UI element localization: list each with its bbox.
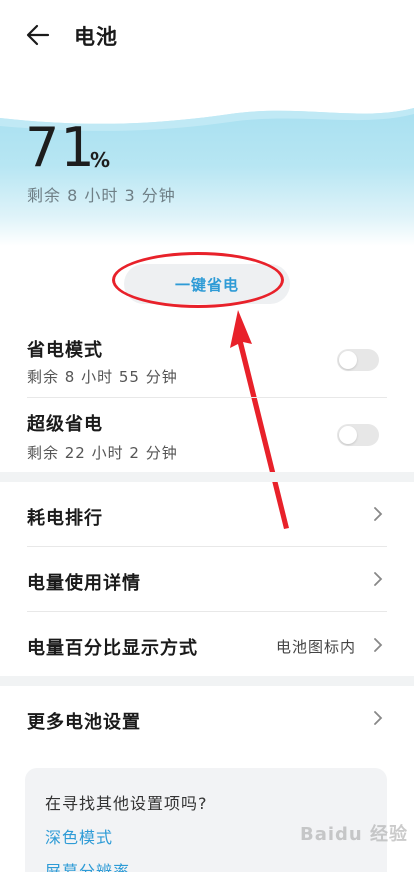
super-power-save-remaining: 剩余 22 小时 2 分钟 [27,444,178,462]
suggestion-link-dark-mode[interactable]: 深色模式 [45,824,113,848]
chevron-right-icon [374,711,383,725]
section-separator [0,472,414,482]
battery-percentage-display-row[interactable]: 电量百分比显示方式 电池图标内 [0,612,414,676]
divider [27,397,387,398]
arrow-left-icon[interactable] [26,24,50,46]
battery-percentage-display-label: 电量百分比显示方式 [27,638,198,659]
battery-percent: 71 [25,116,96,179]
power-usage-details-row[interactable]: 电量使用详情 [0,547,414,611]
battery-percentage-display-value: 电池图标内 [276,638,357,656]
more-battery-settings-row[interactable]: 更多电池设置 [0,686,414,750]
toggle-knob [339,351,357,369]
power-consumption-ranking-label: 耗电排行 [27,508,103,529]
toggle-knob [339,426,357,444]
top-bar: 电池 [0,0,414,72]
more-battery-settings-label: 更多电池设置 [27,712,141,733]
power-consumption-ranking-row[interactable]: 耗电排行 [0,482,414,546]
super-power-save-toggle[interactable] [337,424,379,446]
super-power-save-title: 超级省电 [27,414,103,435]
page-title: 电池 [74,25,118,49]
power-save-mode-remaining: 剩余 8 小时 55 分钟 [27,368,178,386]
battery-remaining-time: 剩余 8 小时 3 分钟 [27,186,176,205]
battery-status-panel: 71 % 剩余 8 小时 3 分钟 [0,100,414,246]
suggestions-title: 在寻找其他设置项吗? [45,794,208,813]
power-usage-details-label: 电量使用详情 [27,573,141,594]
power-save-mode-row[interactable]: 省电模式 剩余 8 小时 55 分钟 [0,330,414,396]
one-key-power-save-button[interactable]: 一键省电 [124,264,290,304]
section-separator [0,676,414,686]
percent-unit: % [90,148,111,172]
chevron-right-icon [374,507,383,521]
chevron-right-icon [374,638,383,652]
watermark: Baidu 经验 [300,824,409,845]
power-save-mode-title: 省电模式 [27,340,103,361]
suggestion-link-screen-resolution[interactable]: 屏幕分辨率 [45,858,130,872]
super-power-save-row[interactable]: 超级省电 剩余 22 小时 2 分钟 [0,400,414,466]
power-save-mode-toggle[interactable] [337,349,379,371]
chevron-right-icon [374,572,383,586]
